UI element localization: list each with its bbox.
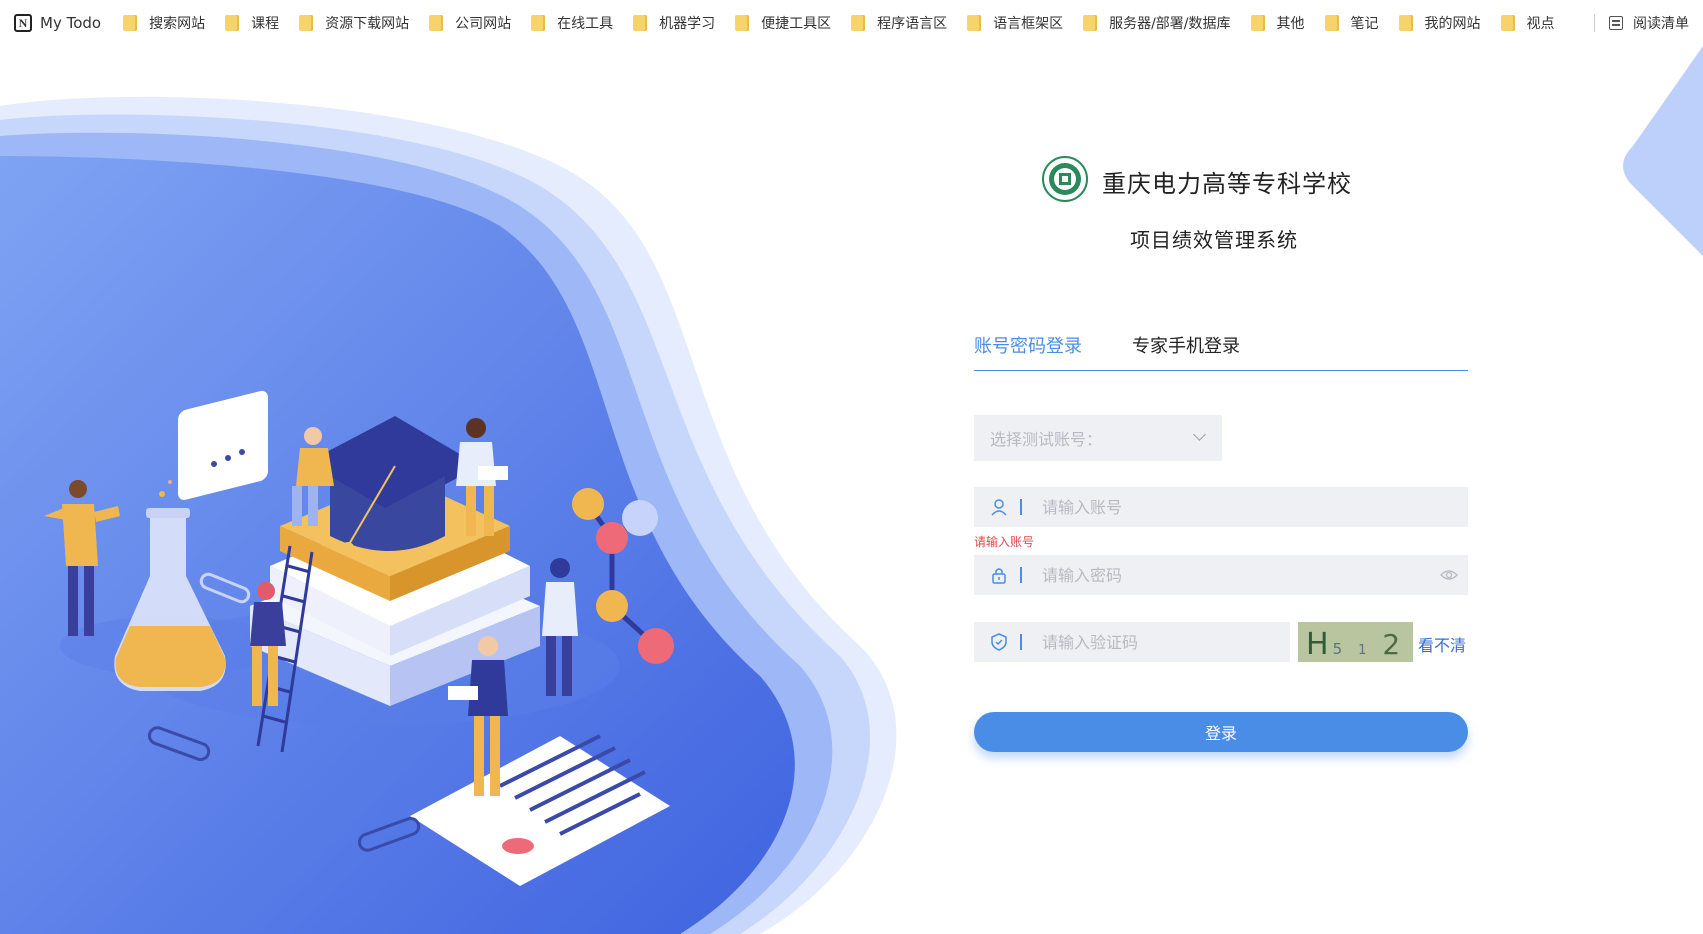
folder-icon [1324,15,1339,31]
bookmark-folder[interactable]: 机器学习 [633,9,715,37]
select-placeholder: 选择测试账号： [990,430,1103,449]
bookmark-folder[interactable]: 语言框架区 [967,9,1063,37]
login-tabs: 账号密码登录 专家手机登录 [974,326,1468,371]
bookmark-label: 公司网站 [455,16,512,32]
bookmark-label: 语言框架区 [993,16,1064,32]
shield-icon [991,633,1007,651]
bookmarks-list: N My Todo 搜索网站 课程 资源下载网站 公司网站 在线工具 机器学习 便捷工具区 程… [0,9,1575,37]
system-name: 项目绩效管理系统 [1130,228,1298,252]
field-divider [1020,634,1022,650]
bookmark-folder[interactable]: 课程 [225,9,279,37]
divider [1594,14,1595,32]
reading-list-icon [1609,16,1623,30]
bookmark-label: 视点 [1526,16,1555,32]
folder-icon [225,15,240,31]
school-logo [1042,156,1088,202]
bookmark-folder[interactable]: 资源下载网站 [299,9,409,37]
bookmark-label: 其他 [1276,16,1305,32]
bookmark-label: 便捷工具区 [761,16,832,32]
folder-icon [1500,15,1515,31]
password-input[interactable] [1040,564,1344,586]
tab-phone-login[interactable]: 专家手机登录 [1132,332,1240,358]
folder-icon [1398,15,1413,31]
bookmark-folder[interactable]: 笔记 [1324,9,1379,37]
bookmark-label: 笔记 [1350,16,1379,32]
lock-icon [992,568,1006,584]
bookmark-label: 机器学习 [659,16,716,32]
bookmark-label: 服务器/部署/数据库 [1109,16,1231,32]
bookmark-folder[interactable]: 公司网站 [429,9,511,37]
folder-icon [851,15,866,31]
folder-icon [531,15,546,31]
bookmark-folder[interactable]: 便捷工具区 [735,9,831,37]
folder-icon [299,15,314,31]
bookmark-label: 资源下载网站 [325,16,410,32]
bookmark-folder[interactable]: 搜索网站 [123,9,205,37]
bookmark-label: 程序语言区 [877,16,948,32]
bookmark-label: My Todo [40,14,102,32]
eye-icon[interactable] [1440,567,1458,583]
bookmark-folder[interactable]: 我的网站 [1398,9,1481,37]
bookmark-folder[interactable]: 程序语言区 [851,9,947,37]
folder-icon [1083,15,1098,31]
login-button[interactable]: 登录 [974,712,1468,752]
bookmark-folder[interactable]: 服务器/部署/数据库 [1083,9,1231,37]
account-field [974,487,1468,527]
reading-list-label: 阅读清单 [1633,16,1689,32]
bookmark-label: 我的网站 [1424,16,1481,32]
bookmark-label: 在线工具 [557,16,614,32]
folder-icon [123,15,138,31]
folder-icon [633,15,648,31]
captcha-field [974,622,1290,662]
test-account-select[interactable]: 选择测试账号： [974,415,1222,461]
tab-account-login[interactable]: 账号密码登录 [974,332,1082,358]
decorative-shape [1623,46,1703,256]
bookmark-folder[interactable]: 在线工具 [531,9,613,37]
chevron-down-icon [1193,428,1206,441]
bookmark-folder[interactable]: 其他 [1250,9,1305,37]
folder-icon [1250,15,1265,31]
notion-icon: N [14,14,32,32]
field-divider [1020,567,1022,583]
education-illustration [0,96,897,934]
captcha-image[interactable]: H512 [1298,622,1413,662]
bookmark-label: 搜索网站 [149,16,206,32]
folder-icon [735,15,750,31]
account-error: 请输入账号 [974,535,1035,549]
reading-list[interactable]: 阅读清单 [1594,0,1689,46]
captcha-refresh-link[interactable]: 看不清 [1418,632,1466,656]
bookmark-label: 课程 [251,16,280,32]
field-divider [1020,499,1022,515]
captcha-input[interactable] [1040,631,1264,653]
folder-icon [967,15,982,31]
bookmark-my-todo[interactable]: N My Todo [14,9,101,37]
bookmark-folder[interactable]: 视点 [1500,9,1555,37]
password-field [974,555,1468,595]
folder-icon [429,15,444,31]
bookmarks-bar: N My Todo 搜索网站 课程 资源下载网站 公司网站 在线工具 机器学习 便捷工具区 程… [0,0,1703,46]
school-name: 重庆电力高等专科学校 [1102,170,1352,198]
account-input[interactable] [1040,496,1344,518]
user-icon [991,499,1007,516]
